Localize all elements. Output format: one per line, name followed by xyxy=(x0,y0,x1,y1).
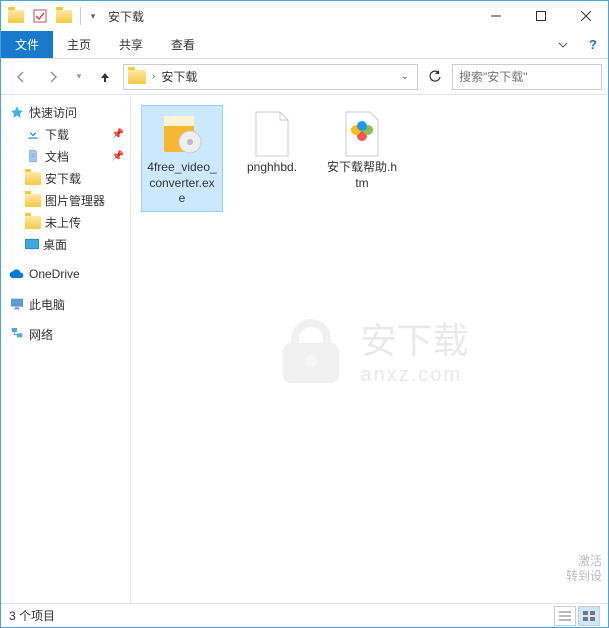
tab-home[interactable]: 主页 xyxy=(53,31,105,58)
folder-icon xyxy=(25,194,41,207)
address-bar[interactable]: › 安下载 ⌄ xyxy=(123,64,418,90)
sidebar-item-desktop[interactable]: 桌面 xyxy=(1,233,130,255)
desktop-icon xyxy=(25,239,39,249)
ribbon-tabs: 文件 主页 共享 查看 ? xyxy=(1,31,608,59)
file-item[interactable]: 4free_video_converter.exe xyxy=(141,105,223,212)
sidebar-label: 安下载 xyxy=(45,170,81,187)
close-button[interactable] xyxy=(563,1,608,31)
watermark-text: 安下载 xyxy=(360,312,468,364)
navigation-bar: ▾ › 安下载 ⌄ xyxy=(1,59,608,95)
sidebar-label: 桌面 xyxy=(43,236,67,253)
file-label: pnghhbd. xyxy=(247,160,297,176)
recent-dropdown-icon[interactable]: ▾ xyxy=(71,63,87,91)
item-count: 3 个项目 xyxy=(9,607,55,624)
forward-button[interactable] xyxy=(39,63,67,91)
search-box[interactable] xyxy=(452,64,602,90)
minimize-button[interactable] xyxy=(473,1,518,31)
sidebar-label: 未上传 xyxy=(45,214,81,231)
sidebar-item-onedrive[interactable]: OneDrive xyxy=(1,263,130,285)
address-dropdown-icon[interactable]: ⌄ xyxy=(397,71,413,82)
sidebar-label: 网络 xyxy=(29,326,53,343)
watermark: 安下载 anxz.com xyxy=(270,309,468,389)
file-label: 4free_video_converter.exe xyxy=(146,160,218,207)
back-button[interactable] xyxy=(7,63,35,91)
search-input[interactable] xyxy=(459,70,595,84)
quick-access-toolbar: ▾ xyxy=(1,5,100,27)
status-bar: 3 个项目 xyxy=(1,603,608,627)
icons-view-button[interactable] xyxy=(578,606,600,626)
file-label: 安下载帮助.htm xyxy=(326,160,398,191)
lock-icon xyxy=(270,309,350,389)
sidebar-item-downloads[interactable]: 下载 📌 xyxy=(1,123,130,145)
star-icon xyxy=(9,104,25,120)
refresh-button[interactable] xyxy=(422,64,448,90)
sidebar-label: 图片管理器 xyxy=(45,192,105,209)
help-icon[interactable]: ? xyxy=(578,31,608,58)
navigation-pane[interactable]: 快速访问 下载 📌 文档 📌 安下载 图片管理器 未上 xyxy=(1,95,131,603)
sidebar-label: 快速访问 xyxy=(29,104,77,121)
cloud-icon xyxy=(9,266,25,282)
sidebar-label: 下载 xyxy=(45,126,69,143)
sidebar-item-thispc[interactable]: 此电脑 xyxy=(1,293,130,315)
activation-hint: 激活 转到设 xyxy=(566,554,602,585)
download-icon xyxy=(25,126,41,142)
sidebar-item-notuploaded[interactable]: 未上传 xyxy=(1,211,130,233)
explorer-window: ▾ 安下载 文件 主页 共享 查看 ? ▾ › 安下载 ⌄ xyxy=(0,0,609,628)
folder-icon xyxy=(25,216,41,229)
installer-icon xyxy=(158,110,206,158)
document-icon xyxy=(25,148,41,164)
htm-file-icon xyxy=(338,110,386,158)
chevron-right-icon[interactable]: › xyxy=(152,71,155,82)
details-view-button[interactable] xyxy=(554,606,576,626)
file-item[interactable]: pnghhbd. xyxy=(231,105,313,212)
sidebar-item-picmgr[interactable]: 图片管理器 xyxy=(1,189,130,211)
qat-dropdown-icon[interactable]: ▾ xyxy=(86,5,100,27)
window-title: 安下载 xyxy=(108,8,473,25)
window-controls xyxy=(473,1,608,31)
sidebar-label: 文档 xyxy=(45,148,69,165)
tab-share[interactable]: 共享 xyxy=(105,31,157,58)
pc-icon xyxy=(9,296,25,312)
folder-icon[interactable] xyxy=(5,5,27,27)
folder-icon xyxy=(25,172,41,185)
maximize-button[interactable] xyxy=(518,1,563,31)
address-folder-icon xyxy=(128,70,146,84)
sidebar-item-anxiazai[interactable]: 安下载 xyxy=(1,167,130,189)
file-item[interactable]: 安下载帮助.htm xyxy=(321,105,403,212)
file-list[interactable]: 4free_video_converter.exe pnghhbd. xyxy=(131,95,608,603)
sidebar-item-network[interactable]: 网络 xyxy=(1,323,130,345)
pin-icon: 📌 xyxy=(112,129,124,140)
sidebar-item-quickaccess[interactable]: 快速访问 xyxy=(1,101,130,123)
view-toggle xyxy=(554,606,600,626)
pin-icon: 📌 xyxy=(112,151,124,162)
titlebar: ▾ 安下载 xyxy=(1,1,608,31)
properties-icon[interactable] xyxy=(29,5,51,27)
blank-file-icon xyxy=(248,110,296,158)
tab-view[interactable]: 查看 xyxy=(157,31,209,58)
network-icon xyxy=(9,326,25,342)
sidebar-label: 此电脑 xyxy=(29,296,65,313)
up-button[interactable] xyxy=(91,63,119,91)
tab-file[interactable]: 文件 xyxy=(1,31,53,58)
body: 快速访问 下载 📌 文档 📌 安下载 图片管理器 未上 xyxy=(1,95,608,603)
ribbon-expand-icon[interactable] xyxy=(548,31,578,58)
folder-icon-2[interactable] xyxy=(53,5,75,27)
address-segment[interactable]: 安下载 xyxy=(161,68,197,85)
sidebar-item-documents[interactable]: 文档 📌 xyxy=(1,145,130,167)
watermark-url: anxz.com xyxy=(360,364,468,387)
sidebar-label: OneDrive xyxy=(29,267,80,281)
